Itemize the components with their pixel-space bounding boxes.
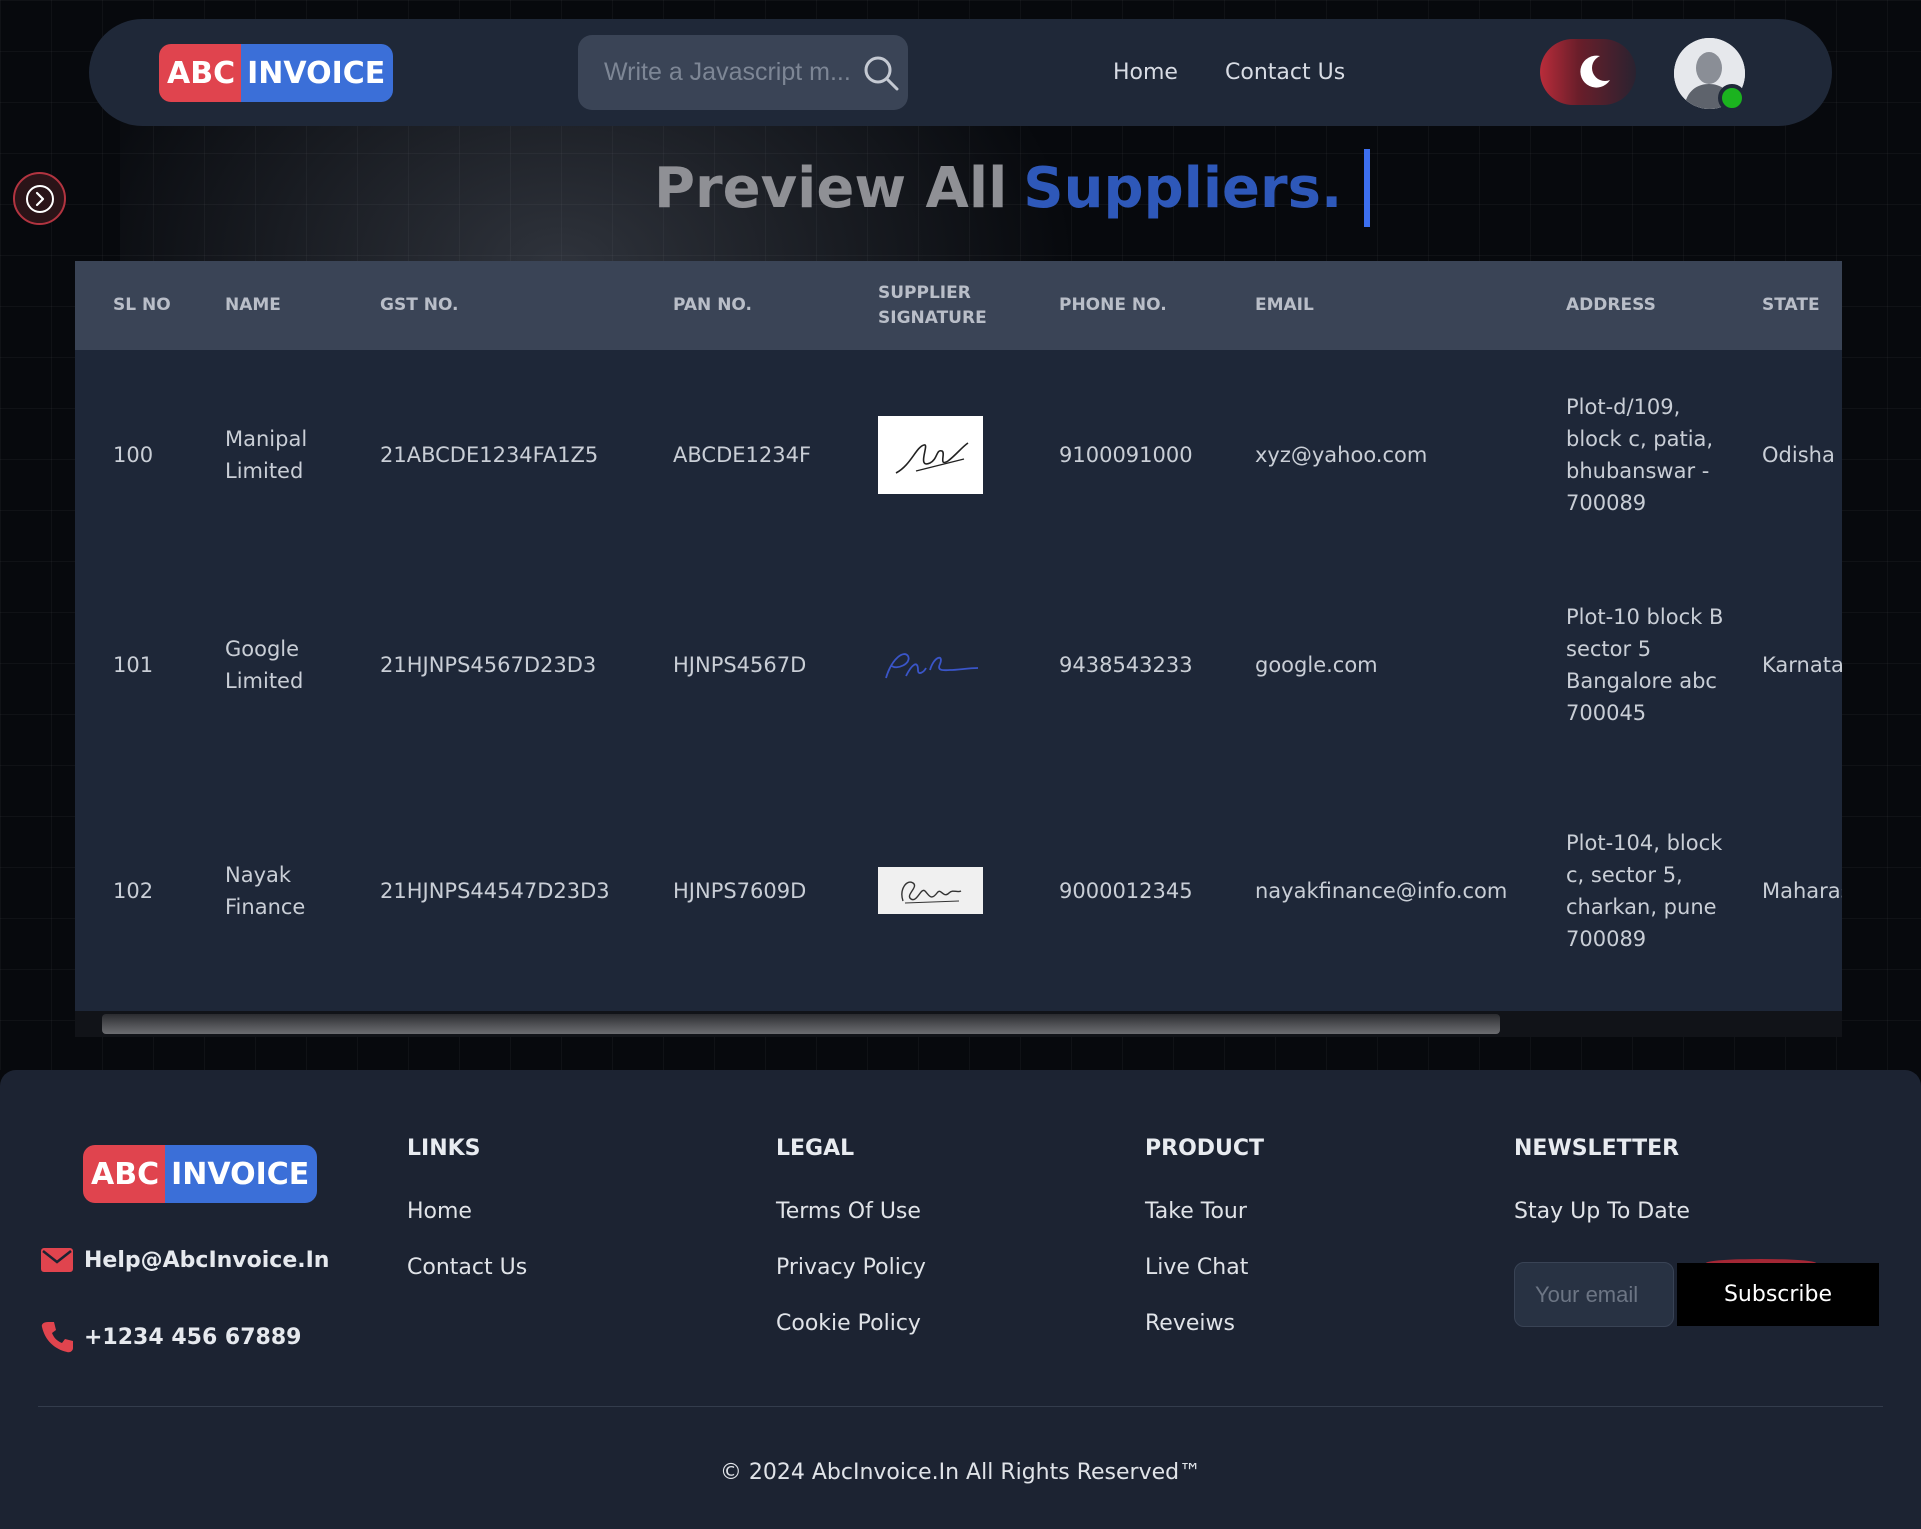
sidebar-expand-button[interactable] [13,172,66,225]
copyright-text: © 2024 AbcInvoice.In All Rights Reserved… [719,1460,1202,1485]
footer-link-tour[interactable]: Take Tour [1145,1199,1264,1224]
mail-icon [41,1248,73,1272]
logo-part-invoice: INVOICE [165,1145,318,1203]
signature-image [878,640,983,690]
footer-legal-heading: LEGAL [776,1136,855,1161]
cell-sl: 102 [113,878,154,903]
newsletter-subtitle: Stay Up To Date [1514,1199,1690,1224]
cell-gst: 21HJNPS4567D23D3 [380,653,597,677]
header-gst: GST NO. [380,295,459,315]
logo-part-invoice: INVOICE [241,44,394,102]
cell-sl: 100 [113,443,154,467]
online-status-dot [1718,84,1746,112]
brand-logo[interactable]: ABC INVOICE [159,44,394,102]
page-title: Preview All Suppliers. [654,148,1371,228]
footer-link-contact[interactable]: Contact Us [407,1255,527,1280]
page-title-prefix: Preview All [654,155,1008,221]
table-row[interactable]: 101 Google Limited 21HJNPS4567D23D3 HJNP… [75,560,1842,770]
footer-link-live-chat[interactable]: Live Chat [1145,1255,1264,1280]
header-email: EMAIL [1255,295,1314,315]
footer-phone: +1234 456 67889 [84,1324,302,1350]
search-icon[interactable] [862,54,900,92]
cell-phone: 9000012345 [1059,878,1193,903]
suppliers-table-container: SL NO NAME GST NO. PAN NO. SUPPLIER SIGN… [75,261,1842,1011]
cell-state: Karnataka [1762,653,1842,677]
page-title-highlight: Suppliers. [1023,155,1343,221]
cell-pan: HJNPS4567D [673,653,807,677]
header-pan: PAN NO. [673,295,752,315]
cell-address: Plot-10 block B sector 5 Bangalore abc 7… [1566,605,1724,725]
table-row[interactable]: 100 Manipal Limited 21ABCDE1234FA1Z5 ABC… [75,350,1842,560]
footer-newsletter-column: NEWSLETTER Stay Up To Date [1514,1136,1690,1224]
footer: ABC INVOICE Help@AbcInvoice.In +1234 456… [0,1070,1921,1529]
header-phone: PHONE NO. [1059,295,1167,315]
cell-name: Manipal Limited [225,427,308,483]
theme-toggle[interactable] [1540,39,1636,105]
header-address: ADDRESS [1566,295,1656,315]
footer-divider [38,1406,1883,1407]
subscribe-button[interactable]: Subscribe [1677,1263,1879,1326]
table-header-row: SL NO NAME GST NO. PAN NO. SUPPLIER SIGN… [75,261,1842,350]
signature-image [878,867,983,914]
logo-part-abc: ABC [159,44,242,102]
signature-drawing [895,442,968,474]
footer-email: Help@AbcInvoice.In [84,1247,330,1273]
cell-signature [840,350,1021,560]
nav-contact-link[interactable]: Contact Us [1225,60,1345,85]
newsletter-email-input[interactable] [1514,1262,1674,1327]
footer-link-terms[interactable]: Terms Of Use [776,1199,926,1224]
table-row[interactable]: 102 Nayak Finance 21HJNPS44547D23D3 HJNP… [75,770,1842,1011]
header-state: STATE [1762,295,1820,315]
signature-drawing [900,880,961,903]
cell-signature [840,560,1021,770]
signature-image [878,416,983,494]
cell-name: Nayak Finance [225,862,306,919]
nav-home-link[interactable]: Home [1113,60,1178,85]
cell-state: Odisha [1762,443,1835,467]
footer-product-heading: PRODUCT [1145,1136,1265,1161]
footer-link-reviews[interactable]: Reveiws [1145,1311,1264,1336]
phone-icon [41,1322,73,1353]
footer-product-column: PRODUCT Take Tour Live Chat Reveiws [1145,1136,1264,1367]
cell-pan: HJNPS7609D [673,878,807,903]
footer-links-column: LINKS Home Contact Us [407,1136,527,1311]
cell-state: Maharashtra [1762,878,1842,903]
cell-email: google.com [1255,653,1378,677]
cell-sl: 101 [113,653,154,677]
footer-link-privacy[interactable]: Privacy Policy [776,1255,926,1280]
footer-links-heading: LINKS [407,1136,481,1161]
footer-email-contact[interactable]: Help@AbcInvoice.In [40,1246,329,1274]
cell-email: xyz@yahoo.com [1255,443,1428,467]
logo-part-abc: ABC [83,1145,166,1203]
footer-newsletter-heading: NEWSLETTER [1514,1136,1680,1161]
table-horizontal-scrollbar[interactable] [75,1011,1842,1037]
header-sl-no: SL NO [113,295,171,315]
suppliers-table: SL NO NAME GST NO. PAN NO. SUPPLIER SIGN… [75,261,1842,1011]
cell-phone: 9100091000 [1059,443,1193,467]
cell-gst: 21HJNPS44547D23D3 [380,878,610,903]
cell-gst: 21ABCDE1234FA1Z5 [380,443,599,467]
footer-legal-column: LEGAL Terms Of Use Privacy Policy Cookie… [776,1136,926,1367]
search-box [578,35,908,110]
cell-address: Plot-104, block c, sector 5, charkan, pu… [1566,830,1723,951]
cell-phone: 9438543233 [1059,653,1193,677]
footer-link-cookie[interactable]: Cookie Policy [776,1311,926,1336]
scrollbar-thumb[interactable] [102,1014,1500,1034]
footer-link-home[interactable]: Home [407,1199,527,1224]
moon-icon [1580,55,1610,88]
header-signature: SUPPLIER SIGNATURE [878,282,987,328]
signature-drawing [885,653,979,679]
cell-pan: ABCDE1234F [673,443,812,467]
header-name: NAME [225,295,281,315]
search-input[interactable] [578,35,858,110]
cell-address: Plot-d/109, block c, patia, bhubanswar -… [1566,395,1714,515]
cell-signature [840,770,1021,1011]
chevron-right-icon [26,185,54,213]
cell-name: Google Limited [225,637,304,693]
typing-caret [1364,149,1371,227]
footer-phone-contact[interactable]: +1234 456 67889 [40,1320,301,1354]
cell-email: nayakfinance@info.com [1255,878,1508,903]
footer-brand-logo[interactable]: ABC INVOICE [83,1145,318,1203]
navbar: ABC INVOICE Home Contact Us [89,19,1832,126]
